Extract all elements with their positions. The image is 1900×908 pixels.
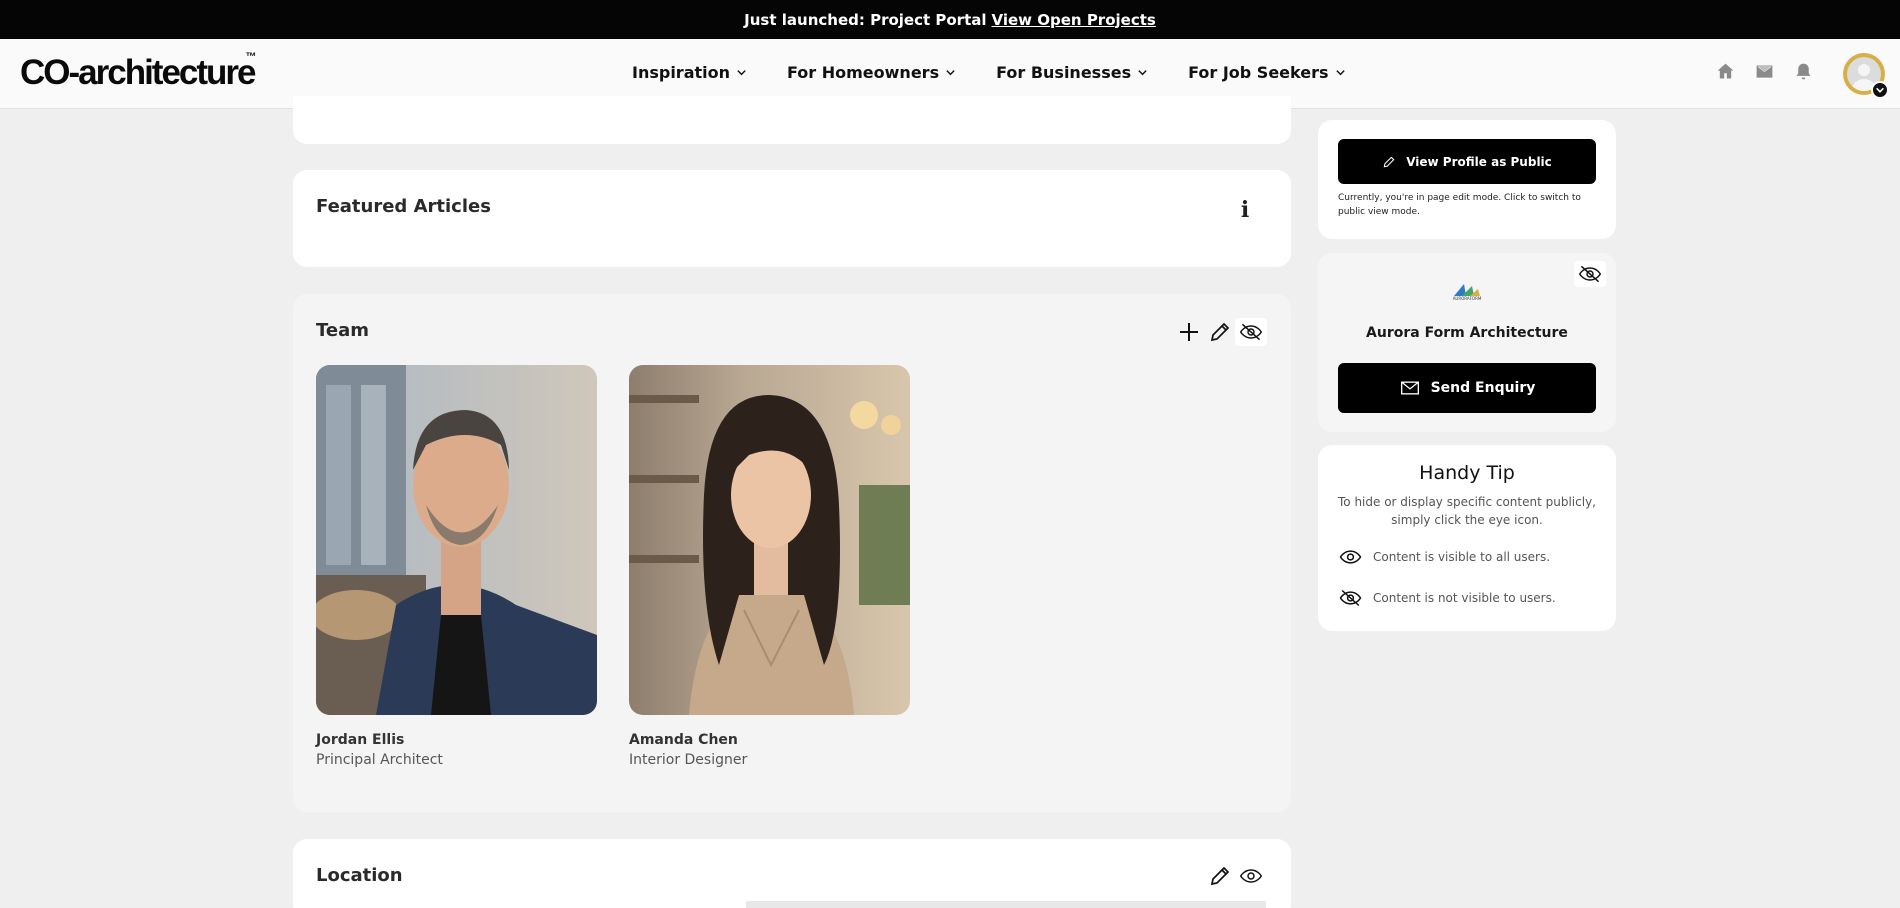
eye-off-icon bbox=[1239, 323, 1263, 341]
member-photo bbox=[629, 365, 910, 715]
header-icons bbox=[1715, 61, 1814, 82]
view-public-card: View Profile as Public Currently, you're… bbox=[1318, 120, 1616, 239]
announcement-text: Just launched: Project Portal bbox=[744, 10, 987, 29]
chevron-down-icon bbox=[946, 70, 955, 76]
company-name: Aurora Form Architecture bbox=[1366, 325, 1568, 341]
chevron-down-icon bbox=[1138, 70, 1147, 76]
tip-visible-text: Content is visible to all users. bbox=[1373, 550, 1551, 564]
nav-inspiration[interactable]: Inspiration bbox=[632, 63, 747, 82]
view-profile-public-button[interactable]: View Profile as Public bbox=[1338, 139, 1596, 184]
company-logo: AURORAFORM bbox=[1448, 280, 1486, 304]
member-name: Amanda Chen bbox=[629, 732, 738, 748]
site-logo[interactable]: CO-architecture ™ bbox=[20, 51, 257, 93]
member-role: Interior Designer bbox=[629, 752, 748, 768]
toggle-visibility-button[interactable] bbox=[1574, 261, 1606, 287]
company-card: AURORAFORM Aurora Form Architecture Send… bbox=[1318, 253, 1616, 432]
chevron-down-icon bbox=[737, 70, 746, 76]
previous-section-card bbox=[293, 96, 1291, 144]
tip-visible-row: Content is visible to all users. bbox=[1338, 547, 1550, 567]
bell-icon[interactable] bbox=[1793, 61, 1814, 82]
button-label: View Profile as Public bbox=[1406, 154, 1552, 169]
tip-hidden-row: Content is not visible to users. bbox=[1338, 588, 1556, 608]
mail-icon[interactable] bbox=[1754, 61, 1775, 82]
location-section: Location bbox=[293, 839, 1291, 908]
tip-title: Handy Tip bbox=[1419, 462, 1515, 484]
nav-for-homeowners[interactable]: For Homeowners bbox=[787, 63, 956, 82]
tip-hidden-text: Content is not visible to users. bbox=[1373, 591, 1556, 605]
tip-text: To hide or display specific content publ… bbox=[1338, 495, 1596, 527]
member-name: Jordan Ellis bbox=[316, 732, 405, 748]
nav-label: For Homeowners bbox=[787, 63, 940, 82]
pencil-icon bbox=[1210, 866, 1230, 886]
button-label: Send Enquiry bbox=[1430, 380, 1536, 396]
section-title: Team bbox=[316, 320, 369, 341]
edit-location-button[interactable] bbox=[1207, 863, 1233, 889]
plus-icon bbox=[1180, 323, 1198, 341]
add-member-button[interactable] bbox=[1176, 319, 1202, 345]
toggle-visibility-button[interactable] bbox=[1235, 862, 1267, 890]
nav-for-businesses[interactable]: For Businesses bbox=[996, 63, 1148, 82]
eye-icon bbox=[1239, 869, 1263, 883]
nav-label: Inspiration bbox=[632, 63, 731, 82]
section-title: Location bbox=[316, 865, 403, 886]
featured-articles-section: Featured Articles i bbox=[293, 170, 1291, 267]
mail-icon bbox=[1400, 381, 1419, 395]
eye-off-icon bbox=[1339, 589, 1362, 607]
logo-text: CO-architecture bbox=[20, 53, 257, 92]
main-nav: Inspiration For Homeowners For Businesse… bbox=[632, 63, 1346, 82]
view-open-projects-link[interactable]: View Open Projects bbox=[992, 11, 1156, 29]
team-member-card[interactable]: Amanda Chen Interior Designer bbox=[629, 365, 910, 768]
location-map[interactable] bbox=[746, 901, 1266, 908]
send-enquiry-button[interactable]: Send Enquiry bbox=[1338, 363, 1596, 413]
logo-trademark: ™ bbox=[245, 51, 257, 63]
nav-label: For Businesses bbox=[996, 63, 1132, 82]
home-icon[interactable] bbox=[1715, 61, 1736, 82]
nav-label: For Job Seekers bbox=[1188, 63, 1329, 82]
edit-team-button[interactable] bbox=[1207, 319, 1233, 345]
team-member-card[interactable]: Jordan Ellis Principal Architect bbox=[316, 365, 597, 768]
info-icon[interactable]: i bbox=[1233, 197, 1257, 223]
handy-tip-card: Handy Tip To hide or display specific co… bbox=[1318, 445, 1616, 631]
user-avatar-menu[interactable] bbox=[1843, 53, 1889, 99]
info-glyph: i bbox=[1240, 197, 1250, 223]
company-logo-text: AURORAFORM bbox=[1452, 296, 1482, 301]
nav-for-job-seekers[interactable]: For Job Seekers bbox=[1188, 63, 1345, 82]
announcement-bar: Just launched: Project Portal View Open … bbox=[0, 0, 1900, 39]
eye-off-icon bbox=[1578, 265, 1602, 283]
chevron-down-icon bbox=[1871, 81, 1889, 99]
pencil-icon bbox=[1210, 322, 1230, 342]
member-role: Principal Architect bbox=[316, 752, 443, 768]
toggle-visibility-button[interactable] bbox=[1235, 318, 1267, 346]
pencil-icon bbox=[1383, 156, 1395, 167]
team-section: Team Jordan Ellis Principal Architect Am… bbox=[293, 294, 1291, 812]
chevron-down-icon bbox=[1335, 70, 1345, 76]
section-title: Featured Articles bbox=[316, 196, 491, 217]
member-photo bbox=[316, 365, 597, 715]
eye-icon bbox=[1339, 550, 1362, 564]
edit-mode-note: Currently, you're in page edit mode. Cli… bbox=[1338, 193, 1581, 217]
